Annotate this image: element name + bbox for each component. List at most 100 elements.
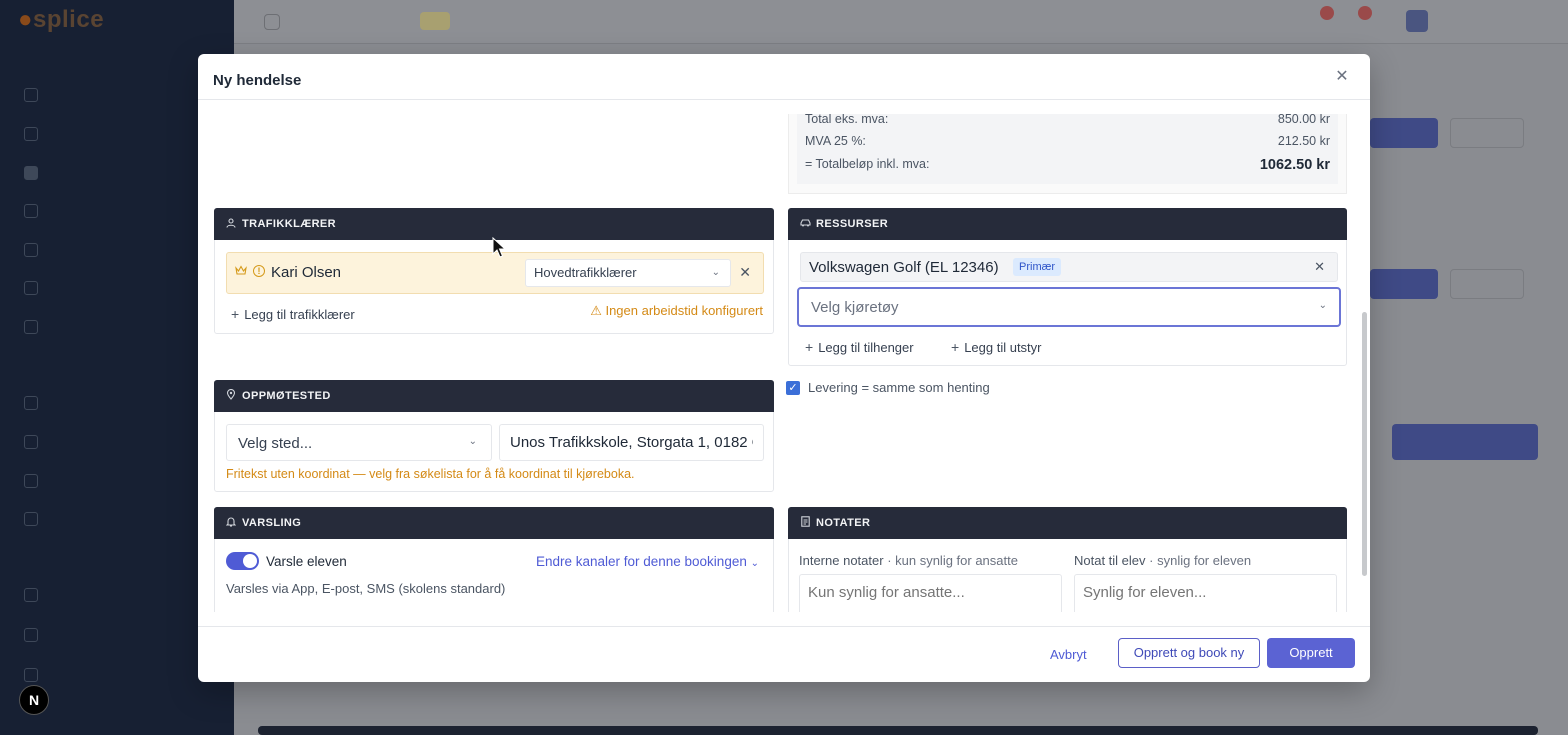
notification-card-header: VARSLING	[214, 507, 774, 539]
teacher-role-select[interactable]: Hovedtrafikklærer ⌄	[525, 259, 731, 287]
add-equipment-label: Legg til utstyr	[964, 340, 1042, 355]
background-topbar	[234, 0, 1568, 44]
summary-label: = Totalbeløp inkl. mva:	[805, 157, 930, 171]
summary-label: MVA 25 %:	[805, 134, 866, 148]
plus-icon: +	[231, 306, 240, 322]
sidebar-item	[18, 622, 218, 648]
delivery-same-checkbox-row[interactable]: ✓ Levering = samme som henting	[786, 380, 990, 395]
sidebar-item	[18, 582, 218, 608]
mouse-cursor-icon	[492, 237, 506, 258]
car-icon	[800, 218, 811, 231]
teacher-card-title: TRAFIKKLÆRER	[242, 218, 337, 230]
remove-vehicle-icon[interactable]: ✕	[1314, 259, 1325, 275]
coordinate-warning: Fritekst uten koordinat — velg fra søkel…	[226, 467, 635, 481]
background-button	[1450, 118, 1524, 148]
close-icon[interactable]: ✕	[1334, 69, 1350, 85]
student-note-label: Notat til elev · synlig for eleven	[1074, 553, 1251, 568]
price-summary-inner: Total eks. mva: 850.00 kr MVA 25 %: 212.…	[797, 114, 1338, 184]
student-note-title: Notat til elev	[1074, 553, 1146, 568]
notification-badge	[1320, 6, 1334, 20]
background-button	[1450, 269, 1524, 299]
notification-card-title: VARSLING	[242, 517, 302, 529]
address-input[interactable]	[499, 424, 764, 461]
sidebar-item	[18, 506, 218, 532]
add-trailer-button[interactable]: + Legg til tilhenger	[805, 339, 914, 355]
add-teacher-button[interactable]: + Legg til trafikklærer	[231, 306, 355, 322]
notification-badge	[1358, 6, 1372, 20]
no-worktime-warning: ⚠ Ingen arbeidstid konfigurert	[590, 303, 763, 318]
teacher-card-header: TRAFIKKLÆRER	[214, 208, 774, 240]
place-select[interactable]: Velg sted... ⌄	[226, 424, 492, 461]
add-trailer-label: Legg til tilhenger	[818, 340, 914, 355]
background-button	[1370, 118, 1438, 148]
create-button[interactable]: Opprett	[1267, 638, 1355, 668]
teacher-card: TRAFIKKLÆRER ! Kari Olsen Hovedtrafikklæ…	[214, 208, 774, 334]
background-badge	[420, 12, 450, 30]
sidebar-item	[18, 468, 218, 494]
sidebar-item	[18, 429, 218, 455]
add-teacher-label: Legg til trafikklærer	[244, 307, 355, 322]
sidebar-item	[18, 82, 218, 108]
remove-teacher-icon[interactable]: ✕	[739, 264, 751, 281]
summary-value: 850.00 kr	[1277, 114, 1330, 126]
chevron-down-icon: ⌄	[468, 436, 477, 447]
sidebar-item	[18, 198, 218, 224]
sidebar-item	[18, 662, 218, 688]
modal-scrollbar[interactable]	[1362, 312, 1367, 576]
sidebar-item	[18, 121, 218, 147]
delivery-same-label: Levering = samme som henting	[808, 380, 990, 395]
summary-total-value: 1062.50 kr	[1259, 157, 1330, 173]
change-channels-label: Endre kanaler for denne bookingen	[535, 554, 747, 569]
new-event-modal: Ny hendelse ✕ Total eks. mva: 850.00 kr …	[198, 54, 1370, 682]
bell-icon	[225, 516, 237, 530]
notes-card: NOTATER Interne notater · kun synlig for…	[788, 507, 1347, 612]
teacher-name: Kari Olsen	[271, 264, 342, 281]
resources-card: RESSURSER Volkswagen Golf (EL 12346) Pri…	[788, 208, 1347, 366]
menu-icon	[264, 14, 280, 30]
student-note-textarea[interactable]	[1074, 574, 1337, 612]
internal-notes-title: Interne notater	[799, 553, 884, 568]
teacher-role-value: Hovedtrafikklærer	[534, 265, 637, 280]
crown-icon	[235, 265, 247, 279]
modal-body: Total eks. mva: 850.00 kr MVA 25 %: 212.…	[198, 114, 1358, 612]
notification-channels-note: Varsles via App, E-post, SMS (skolens st…	[226, 581, 506, 596]
vehicle-row: Volkswagen Golf (EL 12346) Primær ✕	[800, 252, 1338, 282]
vehicle-name: Volkswagen Golf (EL 12346)	[809, 259, 999, 276]
notify-student-toggle[interactable]	[226, 552, 259, 570]
sidebar-item	[18, 314, 218, 340]
sidebar-item	[18, 237, 218, 263]
modal-footer: Avbryt Opprett og book ny Opprett	[198, 626, 1370, 682]
vehicle-select[interactable]: Velg kjøretøy ⌄	[797, 287, 1341, 327]
notes-card-title: NOTATER	[816, 517, 871, 529]
info-warning-icon: !	[253, 265, 265, 277]
toggle-knob	[243, 554, 257, 568]
summary-row: MVA 25 %: 212.50 kr	[805, 134, 1330, 148]
sidebar-section-label	[22, 58, 26, 68]
user-icon	[226, 217, 236, 231]
location-pin-icon	[226, 388, 236, 403]
student-note-hint: · synlig for eleven	[1149, 553, 1252, 568]
meeting-place-card: OPPMØTESTED Velg sted... ⌄ Fritekst uten…	[214, 380, 774, 492]
create-and-book-new-button[interactable]: Opprett og book ny	[1118, 638, 1260, 668]
checkbox-checked-icon[interactable]: ✓	[786, 380, 800, 395]
next-logo-icon: N	[19, 685, 49, 715]
add-equipment-button[interactable]: + Legg til utstyr	[951, 339, 1042, 355]
change-channels-link[interactable]: Endre kanaler for denne bookingen ⌄	[536, 554, 759, 569]
chevron-down-icon: ⌄	[1318, 300, 1327, 311]
background-button	[1392, 424, 1538, 460]
place-select-placeholder: Velg sted...	[238, 435, 313, 452]
modal-header: Ny hendelse ✕	[198, 54, 1370, 100]
sidebar-item-active	[18, 160, 218, 186]
price-summary: Total eks. mva: 850.00 kr MVA 25 %: 212.…	[788, 114, 1347, 194]
internal-notes-textarea[interactable]	[799, 574, 1062, 612]
notification-card: VARSLING Varsle eleven Endre kanaler for…	[214, 507, 774, 612]
resources-card-title: RESSURSER	[816, 218, 889, 230]
meeting-place-card-title: OPPMØTESTED	[242, 390, 331, 402]
summary-label: Total eks. mva:	[805, 114, 889, 126]
cancel-button[interactable]: Avbryt	[1050, 644, 1087, 666]
internal-notes-label: Interne notater · kun synlig for ansatte	[799, 553, 1018, 568]
chevron-down-icon: ⌄	[750, 558, 759, 569]
sidebar-item	[18, 390, 218, 416]
meeting-place-card-header: OPPMØTESTED	[214, 380, 774, 412]
notes-card-header: NOTATER	[788, 507, 1347, 539]
